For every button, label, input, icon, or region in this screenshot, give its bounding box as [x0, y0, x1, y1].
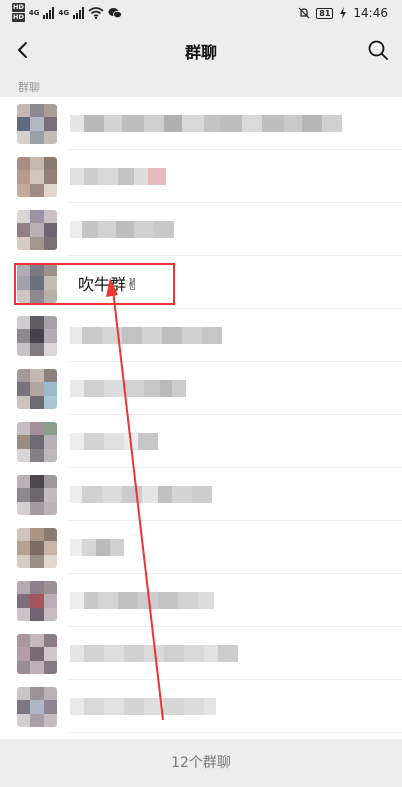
group-avatar	[17, 210, 57, 250]
section-label: 群聊	[18, 81, 40, 94]
group-avatar	[17, 157, 57, 197]
group-avatar	[17, 634, 57, 674]
status-right: 81 14:46	[298, 6, 388, 20]
group-row[interactable]	[0, 203, 402, 256]
status-bar: HD HD 4G 4G 81 14:46	[0, 0, 402, 28]
hd-badges: HD HD	[12, 3, 25, 22]
blurred-group-name	[70, 221, 174, 238]
group-list: 吹牛群✌	[0, 97, 402, 739]
blurred-group-name	[70, 486, 212, 503]
group-row[interactable]	[0, 521, 402, 574]
nav-bar: 群聊	[0, 28, 402, 72]
group-avatar	[17, 581, 57, 621]
blurred-group-name	[70, 539, 124, 556]
blurred-group-name	[70, 327, 222, 344]
battery-indicator: 81	[316, 7, 334, 19]
network-label-1: 4G	[28, 8, 40, 17]
group-avatar	[17, 475, 57, 515]
blurred-group-name	[70, 698, 216, 715]
blurred-group-name	[70, 645, 238, 662]
group-row[interactable]	[0, 309, 402, 362]
group-row[interactable]	[0, 362, 402, 415]
clock: 14:46	[353, 6, 388, 20]
group-avatar	[17, 316, 57, 356]
blurred-group-name	[70, 433, 158, 450]
search-button[interactable]	[366, 38, 390, 62]
group-name: 吹牛群✌	[78, 275, 140, 294]
group-row[interactable]	[0, 574, 402, 627]
group-row[interactable]	[0, 468, 402, 521]
hd-badge-1: HD	[12, 3, 25, 12]
blurred-group-name	[70, 592, 214, 609]
group-avatar	[17, 263, 57, 303]
network-label-2: 4G	[58, 8, 70, 17]
signal-icon-2	[73, 6, 85, 19]
charging-icon	[340, 7, 347, 19]
group-avatar	[17, 104, 57, 144]
search-icon	[368, 40, 388, 60]
group-avatar	[17, 528, 57, 568]
group-row[interactable]	[0, 97, 402, 150]
signal-icon	[43, 6, 55, 19]
group-avatar	[17, 687, 57, 727]
wifi-icon	[88, 6, 104, 19]
group-row[interactable]	[0, 680, 402, 733]
wechat-icon	[108, 7, 122, 18]
status-left: HD HD 4G 4G	[12, 3, 122, 22]
blurred-group-name	[70, 168, 166, 185]
group-row[interactable]	[0, 415, 402, 468]
hd-badge-2: HD	[12, 13, 25, 22]
group-row[interactable]	[0, 627, 402, 680]
mute-bell-icon	[298, 7, 310, 19]
group-row-chuiniu[interactable]: 吹牛群✌	[0, 256, 402, 309]
group-count-label: 12个群聊	[171, 755, 231, 771]
group-row[interactable]	[0, 150, 402, 203]
blurred-group-name	[70, 380, 186, 397]
blurred-group-name	[70, 115, 342, 132]
group-avatar	[17, 422, 57, 462]
page-title: 群聊	[184, 43, 217, 62]
group-avatar	[17, 369, 57, 409]
